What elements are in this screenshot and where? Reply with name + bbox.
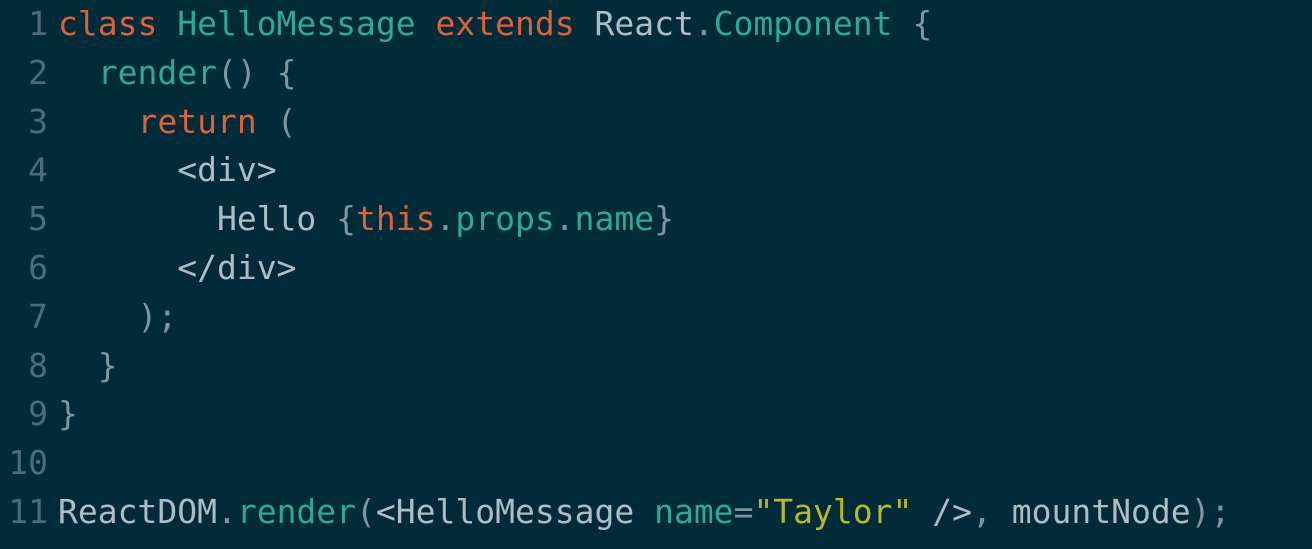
code-token: extends: [435, 4, 575, 43]
line-number: 4: [28, 150, 48, 190]
code-line[interactable]: 5 Hello {this.props.name}: [0, 195, 1312, 244]
code-token: =: [733, 491, 754, 531]
code-token: />: [932, 491, 973, 531]
code-line[interactable]: 3 return (: [0, 98, 1312, 147]
code-token: Component: [713, 4, 893, 43]
code-token: }: [97, 345, 118, 385]
code-token: (: [256, 101, 297, 141]
code-token: {: [336, 199, 357, 239]
code-token: </div>: [177, 247, 297, 287]
line-number: 6: [28, 247, 48, 287]
code-token: render: [97, 52, 217, 92]
code-content[interactable]: Hello {this.props.name}: [58, 195, 1312, 244]
code-line[interactable]: 7 );: [0, 293, 1312, 342]
code-token: this: [356, 199, 436, 239]
line-number: 9: [28, 394, 48, 434]
code-content[interactable]: </div>: [58, 244, 1312, 293]
code-line[interactable]: 1 class HelloMessage extends React.Compon…: [0, 0, 1312, 49]
code-token: class: [58, 4, 158, 43]
code-token: React: [594, 4, 694, 43]
code-line[interactable]: 2 render() {: [0, 49, 1312, 98]
code-token: () {: [216, 52, 297, 92]
code-token: ReactDOM: [58, 491, 217, 531]
code-token: }: [58, 394, 78, 434]
code-token: );: [1190, 491, 1231, 531]
line-number: 11: [8, 491, 48, 531]
code-token: {: [912, 4, 933, 43]
code-content[interactable]: }: [58, 342, 1312, 391]
code-editor[interactable]: 1 class HelloMessage extends React.Compon…: [0, 0, 1312, 549]
code-token: ,: [972, 491, 1012, 531]
code-token: HelloMessage: [177, 4, 416, 43]
code-line[interactable]: 9}: [0, 390, 1312, 439]
code-token: return: [137, 101, 257, 141]
code-content[interactable]: render() {: [58, 49, 1312, 98]
code-content[interactable]: ReactDOM.render(<HelloMessage name="Tayl…: [58, 488, 1312, 537]
code-token: props: [455, 199, 555, 239]
line-number: 7: [28, 296, 48, 336]
code-line[interactable]: 8 }: [0, 342, 1312, 391]
code-token: name: [574, 199, 655, 239]
code-token: mountNode: [1011, 491, 1191, 531]
code-token: name: [654, 491, 734, 531]
code-token: .: [435, 199, 456, 239]
code-token: Hello: [216, 199, 337, 239]
code-content[interactable]: return (: [58, 98, 1312, 147]
line-number: 8: [28, 345, 48, 385]
code-token: render: [236, 491, 357, 531]
code-token: .: [554, 199, 575, 239]
code-line[interactable]: 6 </div>: [0, 244, 1312, 293]
code-token: (: [356, 491, 376, 531]
code-token: );: [137, 296, 178, 336]
code-content[interactable]: class HelloMessage extends React.Compone…: [58, 0, 1312, 49]
code-token: .: [216, 491, 237, 531]
code-token: <HelloMessage: [375, 491, 635, 531]
line-number: 5: [28, 199, 48, 239]
line-number: 2: [28, 52, 48, 92]
code-content[interactable]: <div>: [58, 146, 1312, 195]
code-line[interactable]: 11 ReactDOM.render(<HelloMessage name="Ta…: [0, 488, 1312, 537]
code-token: "Taylor": [753, 491, 913, 531]
code-content[interactable]: );: [58, 293, 1312, 342]
code-token: <div>: [177, 150, 277, 190]
line-number: 1: [28, 4, 48, 43]
code-token: }: [654, 199, 674, 239]
code-line[interactable]: 10: [0, 439, 1312, 488]
line-number: 3: [28, 101, 48, 141]
code-content[interactable]: }: [58, 390, 1312, 439]
code-token: .: [693, 4, 714, 43]
code-line[interactable]: 4 <div>: [0, 146, 1312, 195]
line-number: 10: [8, 443, 48, 483]
